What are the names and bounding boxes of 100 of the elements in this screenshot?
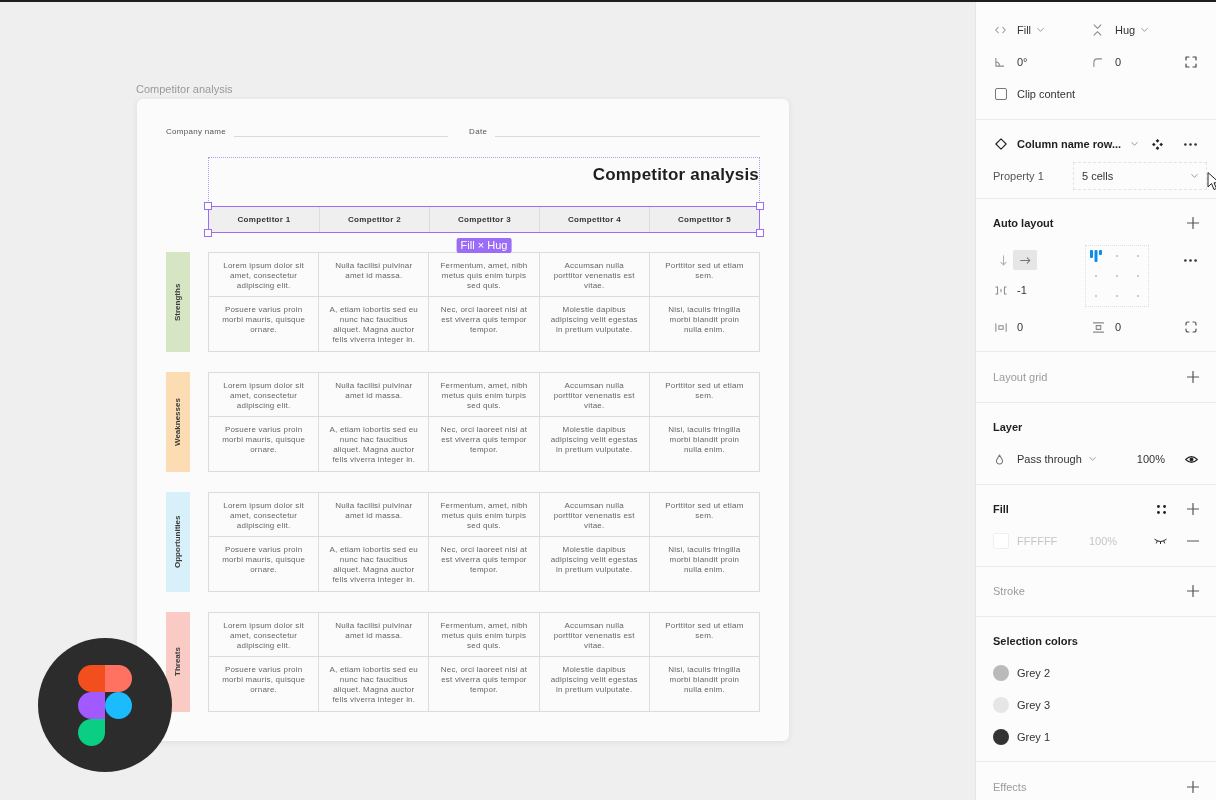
field-label: Company name — [166, 127, 227, 137]
rotation-field[interactable]: 0° — [1017, 53, 1028, 71]
table-cell: Nisi, iaculis fringilla morbi blandit proin nulla enim. — [649, 657, 760, 712]
arrow-right-icon — [1019, 256, 1031, 264]
chevron-down-icon — [1141, 28, 1149, 32]
styles-icon[interactable] — [1157, 504, 1166, 514]
column-header: Competitor 2 — [319, 207, 429, 232]
category-label: Weaknesses — [166, 372, 190, 472]
section-title: Auto layout — [993, 215, 1054, 231]
category-label: Opportunities — [166, 492, 190, 592]
table-cell: Nec, orci laoreet nisi at est viverra quis tempor tempor. — [429, 537, 540, 592]
section-title: Fill — [993, 501, 1009, 517]
chevron-down-icon — [1191, 174, 1198, 178]
vertical-padding-field[interactable]: 0 — [1115, 318, 1122, 336]
opacity-field[interactable]: 100% — [1136, 450, 1165, 468]
section-title: Effects — [993, 779, 1027, 795]
table-cell: A, etiam lobortis sed eu nunc hac faucibus aliquet. Magna auctor felis viverra integer in. — [319, 537, 430, 592]
section-title: Layout grid — [993, 369, 1048, 385]
color-name: Grey 1 — [1017, 729, 1050, 745]
table-cell: Posuere varius proin morbi mauris, quisque ornare. — [209, 537, 320, 592]
table-cell: Porttitor sed ut etiam sem. — [649, 253, 760, 297]
table-cell: Nec, orci laoreet nisi at est viverra quis tempor tempor. — [429, 297, 540, 352]
eye-icon[interactable] — [1185, 454, 1198, 464]
more-icon[interactable] — [1184, 259, 1197, 262]
table-cell: Lorem ipsum dolor sit amet, consectetur adipiscing elit. — [209, 613, 320, 657]
table-cell: Nec, orci laoreet nisi at est viverra quis tempor tempor. — [429, 417, 540, 472]
width-mode-dropdown[interactable]: Fill — [1017, 21, 1045, 39]
align-top-icon — [1090, 250, 1103, 262]
section-title: Stroke — [993, 583, 1025, 599]
droplet-icon — [995, 453, 1004, 465]
table-cell: A, etiam lobortis sed eu nunc hac faucibus aliquet. Magna auctor felis viverra integer in. — [319, 417, 430, 472]
table-cell: Posuere varius proin morbi mauris, quisque ornare. — [209, 417, 320, 472]
table-cell: Accumsan nulla porttitor venenatis est vitae. — [539, 253, 650, 297]
table-cell: Porttitor sed ut etiam sem. — [649, 373, 760, 417]
size-tag: Fill × Hug — [456, 238, 512, 253]
component-icon[interactable] — [1152, 138, 1163, 150]
plus-icon[interactable] — [1187, 371, 1199, 383]
plus-icon[interactable] — [1187, 781, 1199, 793]
resize-handle[interactable] — [204, 202, 212, 210]
logo-icon — [38, 638, 172, 772]
table-cell: A, etiam lobortis sed eu nunc hac faucibus aliquet. Magna auctor felis viverra integer in. — [319, 657, 430, 712]
table-cell: Molestie dapibus adipiscing velit egestas in pretium vulputate. — [539, 417, 650, 472]
table-cell: Accumsan nulla porttitor venenatis est vitae. — [539, 373, 650, 417]
checkbox[interactable] — [995, 88, 1007, 100]
resize-handle[interactable] — [756, 202, 764, 210]
horizontal-direction-button[interactable] — [1013, 250, 1037, 270]
column-header: Competitor 4 — [539, 207, 649, 232]
color-name: Grey 2 — [1017, 665, 1050, 681]
width-icon — [995, 26, 1006, 34]
plus-icon[interactable] — [1187, 217, 1199, 229]
padding-options-icon[interactable] — [1185, 321, 1197, 333]
corners-icon[interactable] — [1185, 56, 1197, 68]
height-mode-dropdown[interactable]: Hug — [1115, 21, 1149, 39]
table-cell: Nulla facilisi pulvinar amet id massa. — [319, 613, 430, 657]
resize-handle[interactable] — [204, 229, 212, 237]
chevron-down-icon — [1088, 457, 1096, 461]
category-label: Strengths — [166, 252, 190, 352]
chevron-down-icon — [1037, 28, 1045, 32]
horizontal-padding-field[interactable]: 0 — [1017, 318, 1024, 336]
table-cell: Nulla facilisi pulvinar amet id massa. — [319, 493, 430, 537]
column-header: Competitor 3 — [429, 207, 539, 232]
property-label: Property 1 — [993, 168, 1045, 184]
angle-icon — [995, 57, 1004, 67]
resize-handle[interactable] — [756, 229, 764, 237]
table-cell: Fermentum, amet, nibh metus quis enim turpis sed quis. — [429, 493, 540, 537]
column-header: Competitor 1 — [236, 213, 292, 226]
blend-mode-dropdown[interactable]: Pass through — [1017, 450, 1096, 468]
plus-icon[interactable] — [1187, 503, 1199, 515]
diamond-icon — [995, 138, 1007, 150]
gap-icon — [995, 285, 1007, 295]
more-icon[interactable] — [1184, 142, 1197, 146]
hug-height-icon — [1093, 24, 1102, 36]
property-dropdown[interactable]: 5 cells — [1073, 162, 1207, 190]
table-cell: Molestie dapibus adipiscing velit egestas in pretium vulputate. — [539, 297, 650, 352]
table-cell: Fermentum, amet, nibh metus quis enim turpis sed quis. — [429, 613, 540, 657]
table-cell: Nec, orci laoreet nisi at est viverra quis tempor tempor. — [429, 657, 540, 712]
category-label: Threats — [166, 612, 190, 712]
corner-radius-field[interactable]: 0 — [1115, 53, 1122, 71]
table-cell: Nulla facilisi pulvinar amet id massa. — [319, 373, 430, 417]
horizontal-padding-icon — [995, 322, 1007, 332]
table-cell: Molestie dapibus adipiscing velit egestas in pretium vulputate. — [539, 537, 650, 592]
table-cell: Posuere varius proin morbi mauris, quisque ornare. — [209, 657, 320, 712]
table-cell: Accumsan nulla porttitor venenatis est vitae. — [539, 613, 650, 657]
frame-label: Competitor analysis — [136, 83, 234, 96]
table-cell: Lorem ipsum dolor sit amet, consectetur adipiscing elit. — [209, 493, 320, 537]
table-cell: Lorem ipsum dolor sit amet, consectetur adipiscing elit. — [209, 253, 320, 297]
plus-icon[interactable] — [1187, 585, 1199, 597]
component-name-dropdown[interactable]: Column name row... — [1017, 135, 1139, 153]
table-cell: Nisi, iaculis fringilla morbi blandit proin nulla enim. — [649, 537, 760, 592]
table-cell: A, etiam lobortis sed eu nunc hac faucibus aliquet. Magna auctor felis viverra integer in. — [319, 297, 430, 352]
table-cell: Molestie dapibus adipiscing velit egestas in pretium vulputate. — [539, 657, 650, 712]
table-cell: Porttitor sed ut etiam sem. — [649, 613, 760, 657]
eye-closed-icon[interactable] — [1154, 538, 1167, 544]
table-cell: Lorem ipsum dolor sit amet, consectetur adipiscing elit. — [209, 373, 320, 417]
color-name: Grey 3 — [1017, 697, 1050, 713]
vertical-padding-icon — [1093, 321, 1104, 333]
table-cell: Nisi, iaculis fringilla morbi blandit proin nulla enim. — [649, 297, 760, 352]
gap-field[interactable]: -1 — [1017, 281, 1027, 299]
arrow-down-icon — [999, 254, 1007, 266]
table-cell: Posuere varius proin morbi mauris, quisque ornare. — [209, 297, 320, 352]
